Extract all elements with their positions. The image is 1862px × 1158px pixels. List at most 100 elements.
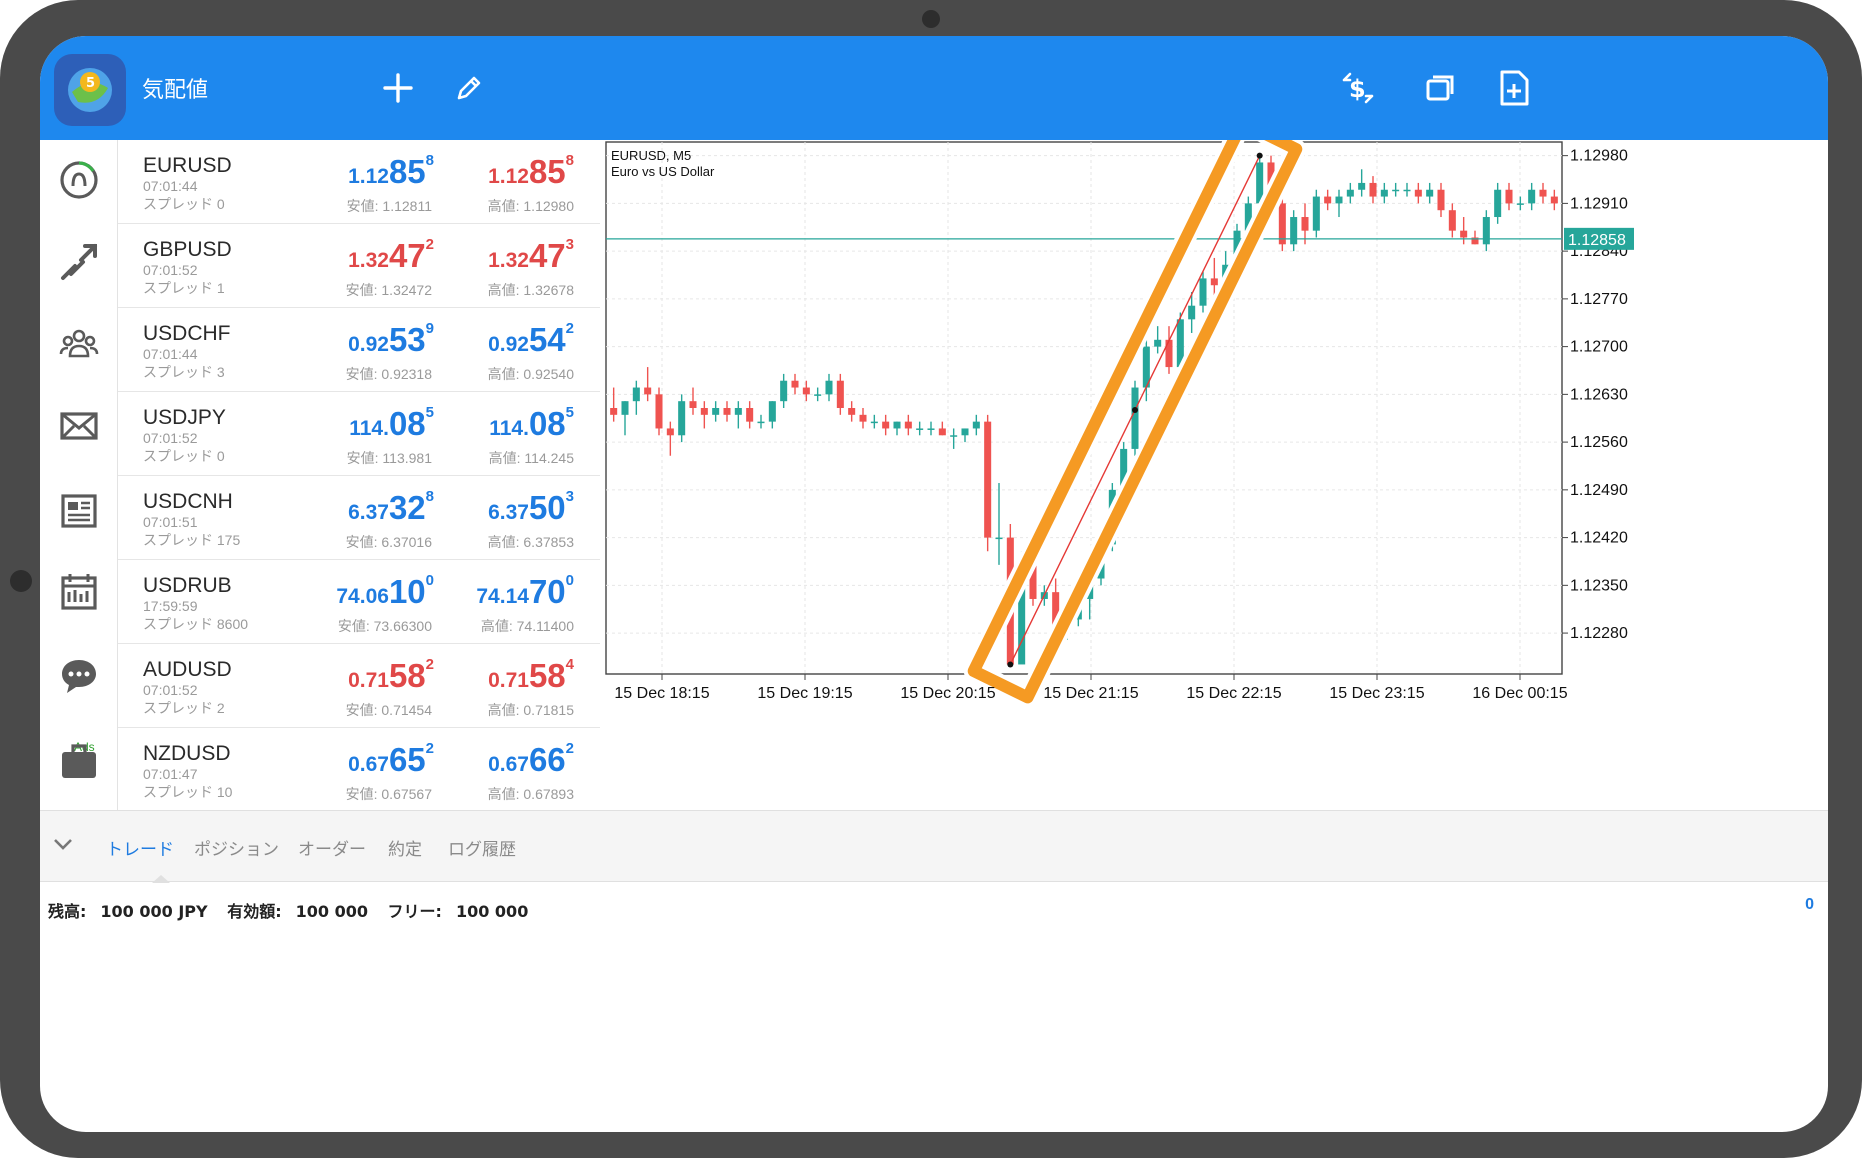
symbol-name: USDCNH — [143, 490, 233, 513]
metatrader-logo[interactable]: 5 — [54, 54, 126, 126]
bid-price-big: 65 — [388, 741, 426, 778]
quote-spread: スプレッド 10 — [143, 784, 233, 800]
tab-trade[interactable]: トレード — [106, 835, 174, 860]
candle-body — [995, 537, 1003, 540]
chat-icon[interactable] — [40, 636, 118, 716]
quote-time: 07:01:44 — [143, 346, 198, 362]
tab-orders[interactable]: オーダー — [298, 835, 366, 860]
quote-row[interactable]: USDCHF 07:01:44 スプレッド 3 0.92539 0.92542 安値: 0… — [118, 308, 600, 392]
bid-price[interactable]: 0.92539 — [348, 320, 434, 359]
bid-price-big: 10 — [388, 573, 426, 610]
window-icon[interactable] — [1416, 64, 1464, 112]
bid-price[interactable]: 6.37328 — [348, 488, 434, 527]
quote-time: 07:01:44 — [143, 178, 198, 194]
ask-price-sup: 3 — [565, 236, 574, 253]
camera-dot — [922, 10, 940, 28]
ask-price[interactable]: 1.12858 — [488, 152, 574, 191]
symbol-name: AUDUSD — [143, 658, 232, 681]
quote-spread: スプレッド 175 — [143, 532, 241, 548]
quote-row[interactable]: GBPUSD 07:01:52 スプレッド 1 1.32472 1.32473 安値: 1… — [118, 224, 600, 308]
equity-value: 100 000 — [295, 902, 368, 921]
side-button — [10, 570, 32, 592]
y-tick-label: 1.12910 — [1570, 195, 1628, 212]
pencil-icon[interactable] — [445, 64, 493, 112]
symbol-name: USDJPY — [143, 406, 226, 429]
tab-positions[interactable]: ポジション — [194, 835, 279, 860]
high-price: 高値: 114.245 — [488, 450, 574, 466]
bid-price[interactable]: 1.12858 — [348, 152, 434, 191]
ask-price[interactable]: 1.32473 — [488, 236, 574, 275]
high-price: 高値: 0.67893 — [487, 786, 574, 802]
equity-label: 有効額: — [227, 902, 282, 921]
svg-text:$: $ — [1349, 75, 1366, 103]
quote-row[interactable]: USDJPY 07:01:52 スプレッド 0 114.085 114.085 安値: 1… — [118, 392, 600, 476]
bid-price-sup: 2 — [425, 740, 434, 757]
news-icon[interactable] — [40, 470, 118, 550]
calendar-icon[interactable] — [40, 552, 118, 632]
ask-price[interactable]: 6.37503 — [488, 488, 574, 527]
quote-spread: スプレッド 0 — [143, 196, 225, 212]
bid-price[interactable]: 114.085 — [349, 404, 434, 443]
bid-price-small: 0.71 — [348, 669, 389, 692]
add-document-icon[interactable] — [1490, 64, 1538, 112]
ask-price[interactable]: 74.14700 — [476, 572, 574, 611]
quote-row[interactable]: NZDUSD 07:01:47 スプレッド 10 0.67652 0.67662 安値: … — [118, 728, 600, 812]
bid-price-small: 1.12 — [348, 165, 389, 188]
chart-arrow-icon[interactable] — [40, 222, 118, 302]
low-price: 安値: 0.92318 — [345, 366, 432, 382]
community-icon[interactable] — [40, 304, 118, 384]
page-title: 気配値 — [142, 78, 209, 103]
candle-body — [1448, 210, 1456, 231]
chevron-down-icon[interactable] — [50, 831, 76, 861]
bid-price[interactable]: 0.67652 — [348, 740, 434, 779]
quotes-icon[interactable] — [40, 140, 118, 220]
candle-body — [1550, 196, 1558, 204]
terminal-tabs: トレード ポジション オーダー 約定 ログ履歴 — [40, 810, 1828, 883]
ask-price-big: 85 — [528, 153, 566, 190]
candle-body — [938, 428, 946, 436]
ask-price[interactable]: 0.67662 — [488, 740, 574, 779]
candle-body — [916, 428, 924, 430]
candle-body — [1301, 217, 1309, 231]
ask-price[interactable]: 0.92542 — [488, 320, 574, 359]
chart-area[interactable]: 1.12980 1.12910 1.12840 1.12770 1.12700 1.126… — [600, 112, 1828, 810]
quote-row[interactable]: EURUSD 07:01:44 スプレッド 0 1.12858 1.12858 安値: 1… — [118, 140, 600, 224]
currency-exchange-icon[interactable]: $ — [1334, 64, 1382, 112]
candle-body — [1516, 203, 1524, 205]
x-tick-label: 16 Dec 00:15 — [1472, 685, 1567, 702]
candle-body — [1380, 189, 1388, 197]
candle-body — [859, 414, 867, 422]
candle-body — [700, 408, 708, 415]
tab-log[interactable]: ログ履歴 — [448, 835, 516, 860]
candle-body — [836, 380, 844, 408]
low-price: 安値: 1.32472 — [345, 282, 432, 298]
x-tick-label: 15 Dec 18:15 — [614, 685, 709, 702]
bid-price[interactable]: 1.32472 — [348, 236, 434, 275]
tab-deals[interactable]: 約定 — [388, 835, 422, 860]
bid-price-big: 58 — [388, 657, 426, 694]
bid-price[interactable]: 0.71582 — [348, 656, 434, 695]
price-chart[interactable]: 1.129801.129101.128401.127701.127001.126… — [600, 112, 1828, 810]
trend-point-start — [1007, 661, 1014, 668]
free-margin-value: 100 000 — [455, 902, 529, 921]
plus-icon[interactable] — [374, 64, 422, 112]
candle-body — [1278, 203, 1286, 245]
high-price: 高値: 1.32678 — [487, 282, 574, 298]
low-price: 安値: 1.12811 — [346, 198, 432, 214]
mail-icon[interactable] — [40, 386, 118, 466]
quote-row[interactable]: AUDUSD 07:01:52 スプレッド 2 0.71582 0.71584 安値: 0… — [118, 644, 600, 728]
briefcase-icon[interactable] — [40, 720, 118, 800]
ask-price-sup: 2 — [565, 740, 574, 757]
quote-row[interactable]: USDRUB 17:59:59 スプレッド 8600 74.06100 74.14700… — [118, 560, 600, 644]
ask-price-small: 114. — [489, 417, 529, 440]
ask-price[interactable]: 0.71584 — [488, 656, 574, 695]
y-tick-label: 1.12980 — [1570, 148, 1628, 165]
ask-price-small: 0.71 — [488, 669, 529, 692]
candle-body — [1426, 189, 1434, 197]
ask-price[interactable]: 114.085 — [489, 404, 574, 443]
quote-row[interactable]: USDCNH 07:01:51 スプレッド 175 6.37328 6.37503 安値:… — [118, 476, 600, 560]
bid-price-big: 47 — [388, 237, 426, 274]
candle-body — [610, 408, 618, 415]
bid-price[interactable]: 74.06100 — [336, 572, 434, 611]
bid-price-sup: 2 — [425, 236, 434, 253]
